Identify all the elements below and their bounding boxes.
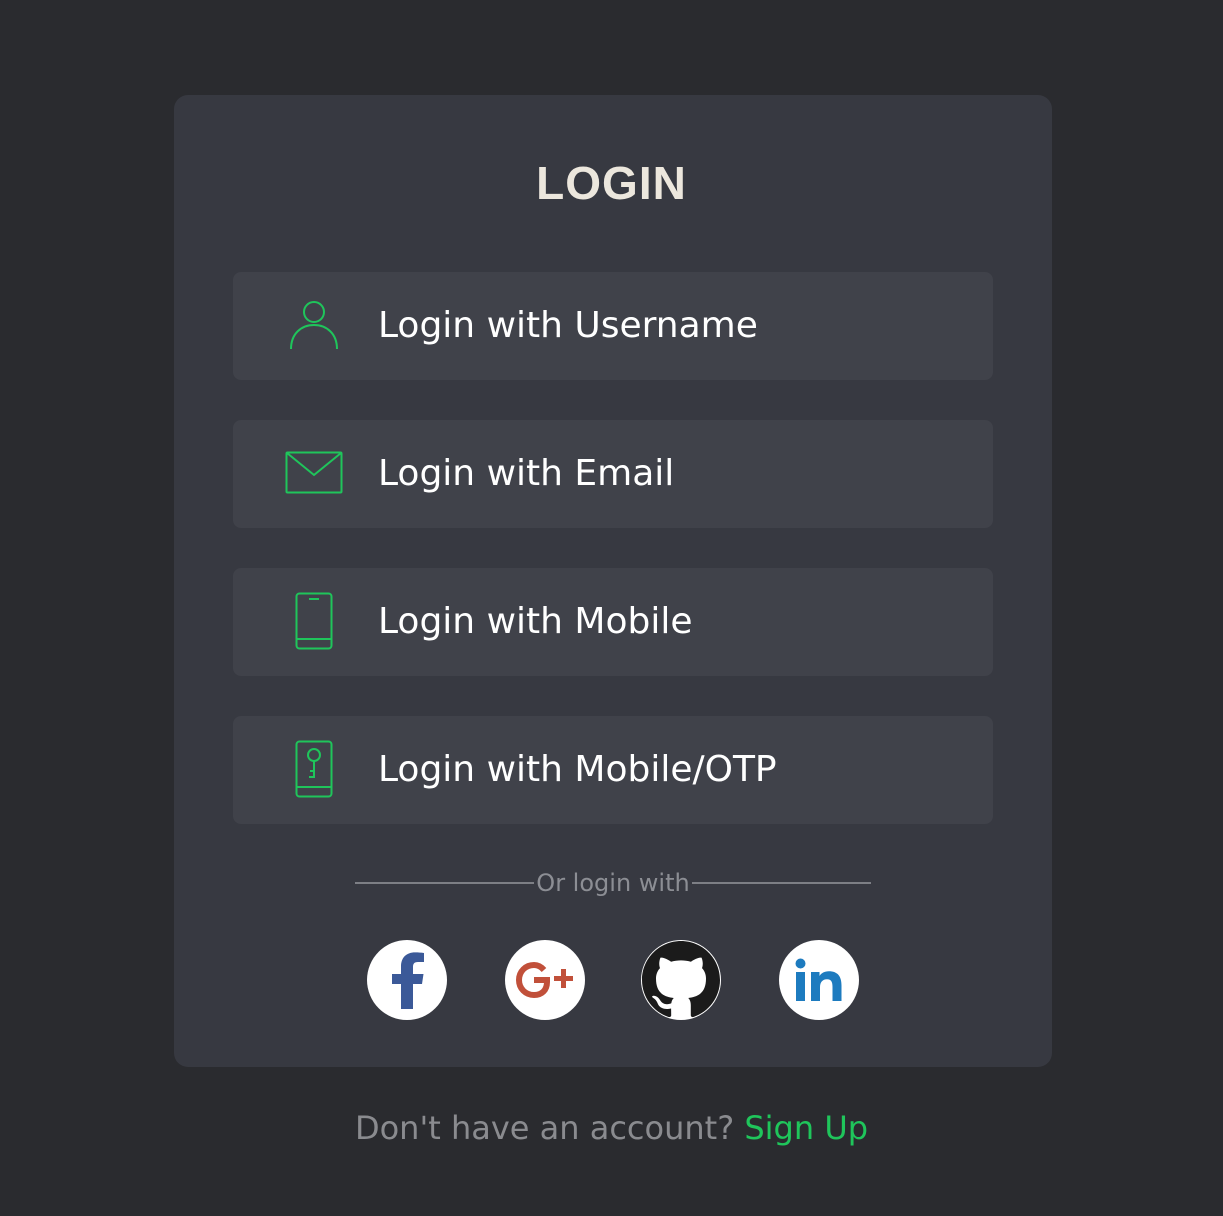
page-title: LOGIN bbox=[536, 157, 687, 209]
envelope-icon bbox=[283, 442, 345, 504]
linkedin-icon bbox=[795, 958, 842, 1001]
facebook-icon bbox=[392, 952, 424, 1009]
divider-line-left bbox=[355, 882, 535, 884]
github-icon bbox=[642, 941, 720, 1018]
linkedin-login-button[interactable] bbox=[779, 940, 859, 1020]
login-mobile-otp-label: Login with Mobile/OTP bbox=[378, 749, 777, 790]
login-username-label: Login with Username bbox=[378, 305, 758, 346]
signup-footer: Don't have an account? Sign Up bbox=[0, 1106, 1223, 1150]
mobile-key-icon bbox=[283, 738, 345, 800]
login-username-button[interactable]: Login with Username bbox=[233, 272, 993, 380]
google-plus-icon bbox=[515, 961, 573, 999]
facebook-login-button[interactable] bbox=[367, 940, 447, 1020]
github-login-button[interactable] bbox=[641, 940, 721, 1020]
signup-link[interactable]: Sign Up bbox=[744, 1109, 868, 1147]
social-divider: Or login with bbox=[355, 866, 871, 900]
login-email-button[interactable]: Login with Email bbox=[233, 420, 993, 528]
signup-prompt: Don't have an account? bbox=[354, 1109, 735, 1147]
login-mobile-button[interactable]: Login with Mobile bbox=[233, 568, 993, 676]
mobile-phone-icon bbox=[283, 590, 345, 652]
login-email-label: Login with Email bbox=[378, 453, 675, 494]
divider-line-right bbox=[691, 882, 871, 884]
divider-text: Or login with bbox=[536, 869, 690, 897]
user-icon bbox=[283, 294, 345, 356]
login-mobile-otp-button[interactable]: Login with Mobile/OTP bbox=[233, 716, 993, 824]
google-plus-login-button[interactable] bbox=[505, 940, 585, 1020]
login-mobile-label: Login with Mobile bbox=[378, 601, 693, 642]
